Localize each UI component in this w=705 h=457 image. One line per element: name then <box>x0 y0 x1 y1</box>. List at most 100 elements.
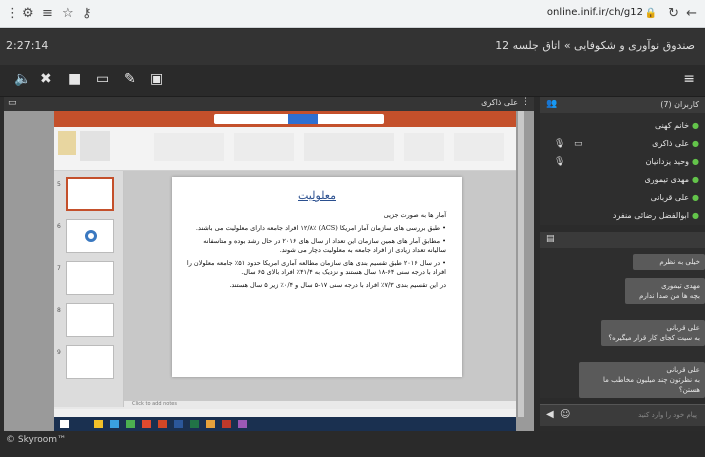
slide-bullet: • در سال ۲۰۱۶ طبق تقسیم بندی های سازمان … <box>186 259 446 276</box>
user-name: وحید یزدانیان <box>645 157 690 166</box>
menu-icon[interactable]: ≡ <box>683 71 695 87</box>
user-icon: ● <box>692 157 699 166</box>
ppt-status-bar <box>54 409 516 417</box>
app-icon[interactable] <box>206 420 215 428</box>
slide-thumbnails: 5 6 7 8 9 <box>54 171 124 407</box>
paste-icon[interactable] <box>58 131 76 155</box>
slide-body: آمار ها به صورت جزیی • طبق بررسی های ساز… <box>186 211 446 294</box>
user-name: علی ذاکری <box>652 139 690 148</box>
mic-icon: 🎙 <box>554 139 566 149</box>
tabs-icon[interactable]: ≡ <box>42 5 53 23</box>
monitor-icon: ▭ <box>8 98 17 108</box>
slide-number: 8 <box>57 307 61 314</box>
meeting-toolbar: 🔈 ✖ ■ ▭ ✎ ▣ ≡ <box>0 65 705 97</box>
slide-title: معلولیت <box>298 189 336 202</box>
send-arrow-icon[interactable]: ◀ <box>546 409 554 420</box>
user-icon: ● <box>692 193 699 202</box>
share-scrollbar[interactable] <box>518 111 524 417</box>
user-icon: ● <box>692 139 699 148</box>
presenter-name: علی ذاکری <box>481 98 518 107</box>
shared-screen: 5 6 7 8 9 معلولیت آمار ها به صورت جزیی •… <box>4 111 534 431</box>
users-count-label: کاربران (7) <box>660 100 699 109</box>
start-icon[interactable] <box>60 420 69 428</box>
stop-sharing-button[interactable] <box>288 114 318 124</box>
app-icon[interactable] <box>126 420 135 428</box>
slide-thumbnail[interactable] <box>66 219 114 253</box>
chat-message: مهدی تیموری بچه ها من صدا ندارم <box>625 278 705 304</box>
app-icon[interactable] <box>238 420 247 428</box>
screen-share-icon[interactable]: ▭ <box>96 71 109 87</box>
room-title: صندوق نوآوری و شکوفایی » اتاق جلسه 12 <box>495 39 695 52</box>
share-menu-icon[interactable]: ⋮ <box>521 97 530 107</box>
key-icon[interactable]: ⚷ <box>82 5 92 23</box>
notes-pane[interactable]: Click to add notes <box>124 401 516 409</box>
mic-off-icon[interactable]: ✖ <box>40 71 52 87</box>
word-icon[interactable] <box>174 420 183 428</box>
bookmark-star-icon[interactable]: ☆ <box>62 5 74 23</box>
address-bar[interactable]: online.inif.ir/ch/g12 <box>547 7 643 18</box>
user-icon: ● <box>692 121 699 130</box>
file-icon[interactable]: ▣ <box>150 71 163 87</box>
user-item[interactable]: ●علی قربانی <box>651 193 699 202</box>
ribbon-tabs <box>54 111 516 127</box>
explorer-icon[interactable] <box>94 420 103 428</box>
chat-panel: خیلی به نظرم مهدی تیموری بچه ها من صدا ن… <box>540 248 705 398</box>
chat-message: علی قربانی به نظرتون چند میلیون مخاطب ما… <box>579 362 705 398</box>
camera-icon[interactable]: ■ <box>68 71 81 87</box>
edge-icon[interactable] <box>110 420 119 428</box>
powerpoint-window: 5 6 7 8 9 معلولیت آمار ها به صورت جزیی •… <box>54 111 516 431</box>
chat-message: خیلی به نظرم <box>633 254 705 270</box>
speaker-icon[interactable]: 🔈 <box>14 71 31 87</box>
forward-arrow-icon[interactable]: ← <box>686 5 697 23</box>
slides-group <box>80 131 110 161</box>
slide-thumbnail[interactable] <box>66 345 114 379</box>
excel-icon[interactable] <box>190 420 199 428</box>
user-list: ●خانم کهنی ●علی ذاکری ●وحید یزدانیان ●مه… <box>540 113 705 225</box>
pen-icon[interactable]: ✎ <box>124 71 136 87</box>
user-item[interactable]: ●مهدی تیموری <box>645 175 699 184</box>
user-item[interactable]: ●وحید یزدانیان <box>646 157 699 166</box>
mic-icon: 🎙 <box>554 157 566 167</box>
users-icon: 👥 <box>546 99 558 109</box>
chat-input-bar[interactable]: ◀ ☺ پیام خود را وارد کنید <box>540 404 705 426</box>
slide-bullet: در این تقسیم بندی ۷/۳٪ افراد با درجه سنی… <box>229 281 446 289</box>
user-name: خانم کهنی <box>654 121 690 130</box>
user-name: مهدی تیموری <box>644 175 690 184</box>
emoji-icon[interactable]: ☺ <box>560 409 570 420</box>
user-name: علی قربانی <box>650 193 690 202</box>
slide-number: 6 <box>57 223 61 230</box>
user-icon: ● <box>692 211 699 220</box>
extension-icon[interactable]: ⚙ <box>22 5 34 23</box>
slide-subtitle: آمار ها به صورت جزیی <box>383 211 446 219</box>
slide-thumbnail[interactable] <box>66 303 114 337</box>
slide-number: 5 <box>57 181 61 188</box>
reload-icon[interactable]: ↻ <box>668 5 679 23</box>
slide-thumbnail[interactable] <box>66 177 114 211</box>
drawing-group <box>304 133 394 161</box>
users-header: 👥 کاربران (7) <box>540 97 705 113</box>
paragraph-group <box>234 133 294 161</box>
share-header: ▭ علی ذاکری ⋮ <box>4 97 534 111</box>
powerpoint-icon[interactable] <box>158 420 167 428</box>
user-item[interactable]: ●ابوالفضل رضائی منفرد <box>613 211 699 220</box>
circle-graphic <box>85 230 97 242</box>
chat-message: علی قربانی به سیت کجای کار قرار میگیره؟ <box>601 320 705 346</box>
app-icon[interactable] <box>142 420 151 428</box>
user-name: ابوالفضل رضائی منفرد <box>612 211 690 220</box>
session-topbar: 2:27:14 صندوق نوآوری و شکوفایی » اتاق جل… <box>0 29 705 65</box>
app-icon[interactable] <box>222 420 231 428</box>
slide-thumbnail[interactable] <box>66 261 114 295</box>
slide-bullet: • طبق بررسی های سازمان آمار امریکا (ACS)… <box>195 224 446 232</box>
user-item[interactable]: ●علی ذاکری <box>652 139 699 148</box>
slide-number: 7 <box>57 265 61 272</box>
chat-input[interactable]: پیام خود را وارد کنید <box>638 411 697 419</box>
quick-styles <box>404 133 444 161</box>
chat-icon: ▤ <box>546 234 555 244</box>
user-item[interactable]: ●خانم کهنی <box>655 121 699 130</box>
windows-taskbar <box>54 417 516 431</box>
lock-icon: 🔒 <box>644 8 657 19</box>
menu-icon[interactable]: ⋮ <box>6 5 19 23</box>
chat-header: ▤ <box>540 232 705 248</box>
ribbon <box>54 127 516 171</box>
brand-label: © Skyroom™ <box>6 435 67 445</box>
